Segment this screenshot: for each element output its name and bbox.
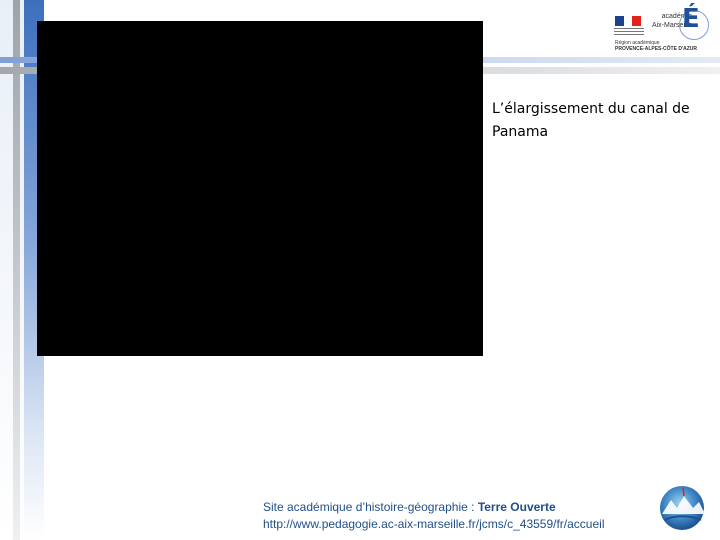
footer-url[interactable]: http://www.pedagogie.ac-aix-marseille.fr… xyxy=(263,516,683,533)
left-gray-bar xyxy=(13,0,20,540)
video-player[interactable] xyxy=(37,21,483,356)
academy-e-icon: É xyxy=(682,4,700,34)
footer-site-label: Site académique d’histoire-géographie : xyxy=(263,500,478,514)
terre-ouverte-globe-icon xyxy=(660,486,705,530)
region-label: Région académique PROVENCE-ALPES-CÔTE D'… xyxy=(615,40,715,52)
region-line2: PROVENCE-ALPES-CÔTE D'AZUR xyxy=(615,46,698,52)
republic-motto-lines xyxy=(614,28,644,36)
footer-site-brand[interactable]: Terre Ouverte xyxy=(478,500,556,514)
footer-site-line: Site académique d’histoire-géographie : … xyxy=(263,499,683,516)
footer-credits: Site académique d’histoire-géographie : … xyxy=(263,499,683,533)
slide-title: L’élargissement du canal de Panama xyxy=(492,101,690,140)
academie-logo: académie Aix-Marseille É Région académiq… xyxy=(612,4,712,54)
french-flag-icon xyxy=(615,16,642,26)
